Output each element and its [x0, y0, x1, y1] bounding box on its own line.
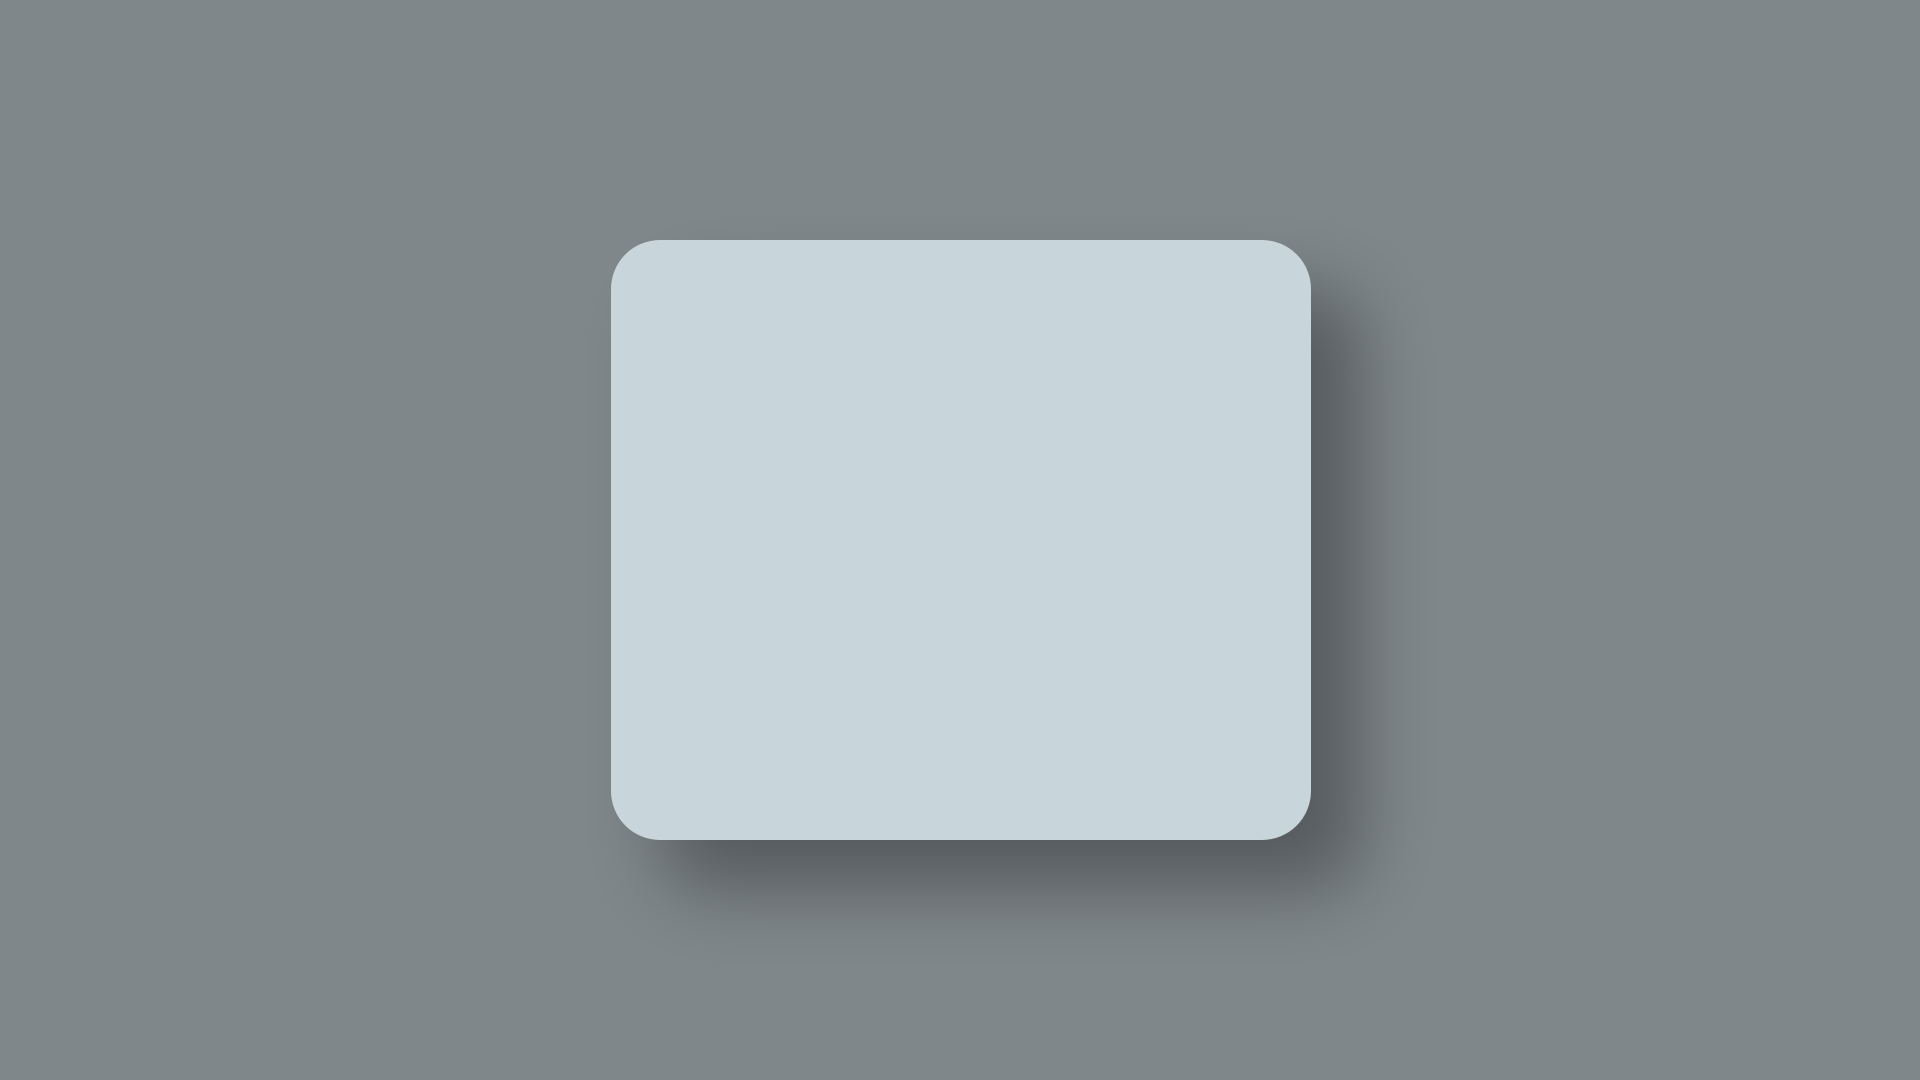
- blank-dialog-panel: [611, 240, 1311, 840]
